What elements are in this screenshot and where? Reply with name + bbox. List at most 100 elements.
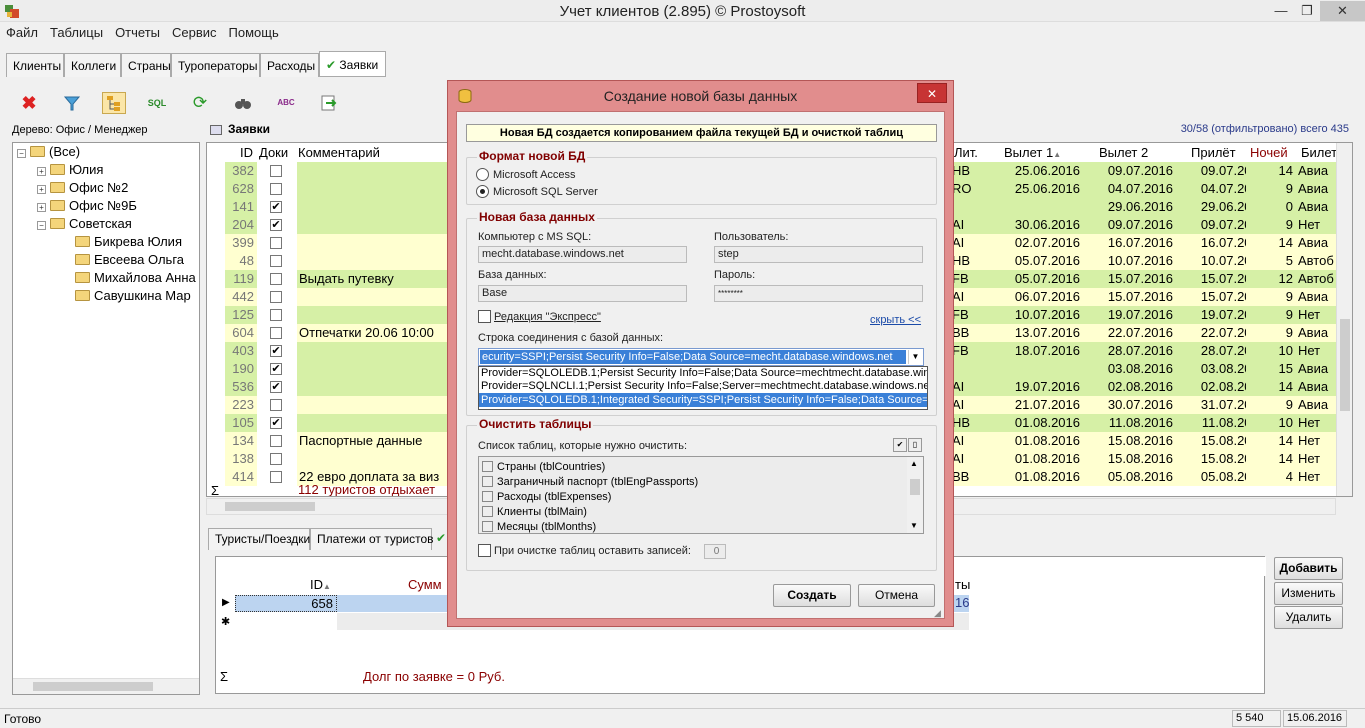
table-list-item[interactable]: Страны (tblCountries) <box>482 460 605 474</box>
create-button[interactable]: Создать <box>773 584 851 607</box>
col-lit[interactable]: Лит. <box>954 143 978 162</box>
table-checkbox[interactable] <box>482 461 493 472</box>
express-checkbox[interactable] <box>478 310 491 323</box>
password-input[interactable]: ******** <box>714 285 923 302</box>
menu-help[interactable]: Помощь <box>223 22 285 40</box>
scroll-down-icon[interactable]: ▼ <box>910 521 918 530</box>
expand-icon[interactable]: + <box>37 203 46 212</box>
tree-hscrollbar[interactable] <box>13 678 199 694</box>
dropdown-option[interactable]: Provider=SQLOLEDB.1;Persist Security Inf… <box>479 367 927 380</box>
dropdown-option[interactable]: Provider=SQLNCLI.1;Persist Security Info… <box>479 380 927 393</box>
edit-button[interactable]: Изменить <box>1274 582 1343 605</box>
tab-clients[interactable]: Клиенты <box>6 53 64 77</box>
table-list-item[interactable]: Месяцы (tblMonths) <box>482 520 596 533</box>
col-dep1[interactable]: Вылет 1▲ <box>1004 143 1061 162</box>
tab-tourists[interactable]: Туристы/Поездки <box>208 528 310 550</box>
col-comment[interactable]: Комментарий <box>298 143 380 162</box>
cancel-button[interactable]: Отмена <box>858 584 935 607</box>
table-checkbox[interactable] <box>482 491 493 502</box>
dialog-close-button[interactable]: ✕ <box>917 83 947 103</box>
tree-leaf[interactable]: Евсеева Ольга <box>75 251 184 269</box>
col-tourist-id[interactable]: ID▲ <box>310 577 331 592</box>
menu-tables[interactable]: Таблицы <box>44 22 109 40</box>
expand-icon[interactable]: + <box>37 167 46 176</box>
doc-checkbox[interactable] <box>270 471 282 483</box>
tree-leaf[interactable]: Бикрева Юлия <box>75 233 182 251</box>
uncheck-all-button[interactable]: ▯ <box>908 438 922 452</box>
close-button[interactable]: ✕ <box>1320 1 1365 21</box>
dropdown-option-selected[interactable]: Provider=SQLOLEDB.1;Integrated Security=… <box>479 393 927 407</box>
tree-node-yulia[interactable]: + Юлия <box>37 161 103 179</box>
maximize-button[interactable]: ❐ <box>1294 1 1320 21</box>
tree-node-office9b[interactable]: + Офис №9Б <box>37 197 137 215</box>
tab-requests[interactable]: ✔ Заявки <box>319 51 386 76</box>
refresh-icon[interactable]: ⟳ <box>188 92 212 114</box>
doc-checkbox[interactable]: ✔ <box>270 381 282 393</box>
table-list-item[interactable]: Клиенты (tblMain) <box>482 505 587 519</box>
export-icon[interactable] <box>317 92 341 114</box>
scroll-up-icon[interactable]: ▲ <box>910 459 918 468</box>
conn-string-value[interactable]: ecurity=SSPI;Persist Security Info=False… <box>480 350 906 364</box>
keep-records-input[interactable]: 0 <box>704 544 726 559</box>
doc-checkbox[interactable]: ✔ <box>270 363 282 375</box>
hide-link[interactable]: скрыть << <box>870 314 921 326</box>
filter-icon[interactable] <box>60 92 84 114</box>
table-checkbox[interactable] <box>482 521 493 532</box>
check-all-button[interactable]: ✔ <box>893 438 907 452</box>
expand-icon[interactable]: + <box>37 185 46 194</box>
minimize-button[interactable]: — <box>1268 1 1294 21</box>
col-dep2[interactable]: Вылет 2 <box>1099 143 1148 162</box>
collapse-icon[interactable]: − <box>37 221 46 230</box>
db-input[interactable]: Base <box>478 285 687 302</box>
sort-icon[interactable]: ABC <box>274 92 298 114</box>
resize-grip-icon[interactable]: ◢ <box>934 608 944 618</box>
doc-checkbox[interactable] <box>270 237 282 249</box>
doc-checkbox[interactable] <box>270 273 282 285</box>
menu-reports[interactable]: Отчеты <box>109 22 166 40</box>
tourist-id-cell[interactable]: 658 <box>235 595 337 612</box>
table-checkbox[interactable] <box>482 476 493 487</box>
tree-leaf[interactable]: Савушкина Мар <box>75 287 191 305</box>
tab-expenses[interactable]: Расходы <box>260 53 319 77</box>
sql-icon[interactable]: SQL <box>145 92 169 114</box>
col-arrival[interactable]: Прилёт <box>1191 143 1236 162</box>
col-right[interactable]: ты <box>955 577 970 592</box>
office-tree[interactable]: − (Все) + Юлия + Офис №2 + Офис №9Б − Советск… <box>12 142 200 695</box>
tables-list[interactable]: Страны (tblCountries) Заграничный паспорт… <box>478 456 924 534</box>
server-input[interactable]: mecht.database.windows.net <box>478 246 687 263</box>
radio-sql[interactable] <box>476 185 489 198</box>
conn-string-combo[interactable]: ecurity=SSPI;Persist Security Info=False… <box>478 348 924 366</box>
delete-button[interactable]: Удалить <box>1274 606 1343 629</box>
tables-scrollbar[interactable]: ▲ ▼ <box>907 457 923 533</box>
doc-checkbox[interactable] <box>270 291 282 303</box>
tree-leaf[interactable]: Михайлова Анна <box>75 269 196 287</box>
col-nights[interactable]: Ночей <box>1250 143 1288 162</box>
doc-checkbox[interactable] <box>270 453 282 465</box>
table-checkbox[interactable] <box>482 506 493 517</box>
doc-checkbox[interactable] <box>270 399 282 411</box>
binoculars-icon[interactable] <box>231 92 255 114</box>
tree-view-icon[interactable] <box>102 92 126 114</box>
tab-countries[interactable]: Страны <box>121 53 171 77</box>
tree-node-all[interactable]: − (Все) <box>17 143 80 161</box>
tab-payments[interactable]: Платежи от туристов <box>310 528 434 550</box>
delete-icon[interactable]: ✖ <box>17 92 41 114</box>
conn-string-dropdown[interactable]: Provider=SQLOLEDB.1;Persist Security Inf… <box>478 366 928 410</box>
tree-node-sovetskaya[interactable]: − Советская <box>37 215 132 233</box>
add-button[interactable]: Добавить <box>1274 557 1343 580</box>
doc-checkbox[interactable]: ✔ <box>270 201 282 213</box>
doc-checkbox[interactable] <box>270 255 282 267</box>
radio-access[interactable] <box>476 168 489 181</box>
doc-checkbox[interactable] <box>270 183 282 195</box>
doc-checkbox[interactable]: ✔ <box>270 417 282 429</box>
table-list-item[interactable]: Заграничный паспорт (tblEngPassports) <box>482 475 698 489</box>
table-list-item[interactable]: Расходы (tblExpenses) <box>482 490 611 504</box>
tree-node-office2[interactable]: + Офис №2 <box>37 179 128 197</box>
grid-vscrollbar[interactable] <box>1336 143 1352 496</box>
doc-checkbox[interactable]: ✔ <box>270 345 282 357</box>
col-ticket[interactable]: Билет <box>1301 143 1337 162</box>
doc-checkbox[interactable] <box>270 435 282 447</box>
collapse-icon[interactable]: − <box>17 149 26 158</box>
menu-service[interactable]: Сервис <box>166 22 223 40</box>
col-id[interactable]: ID <box>240 143 253 162</box>
